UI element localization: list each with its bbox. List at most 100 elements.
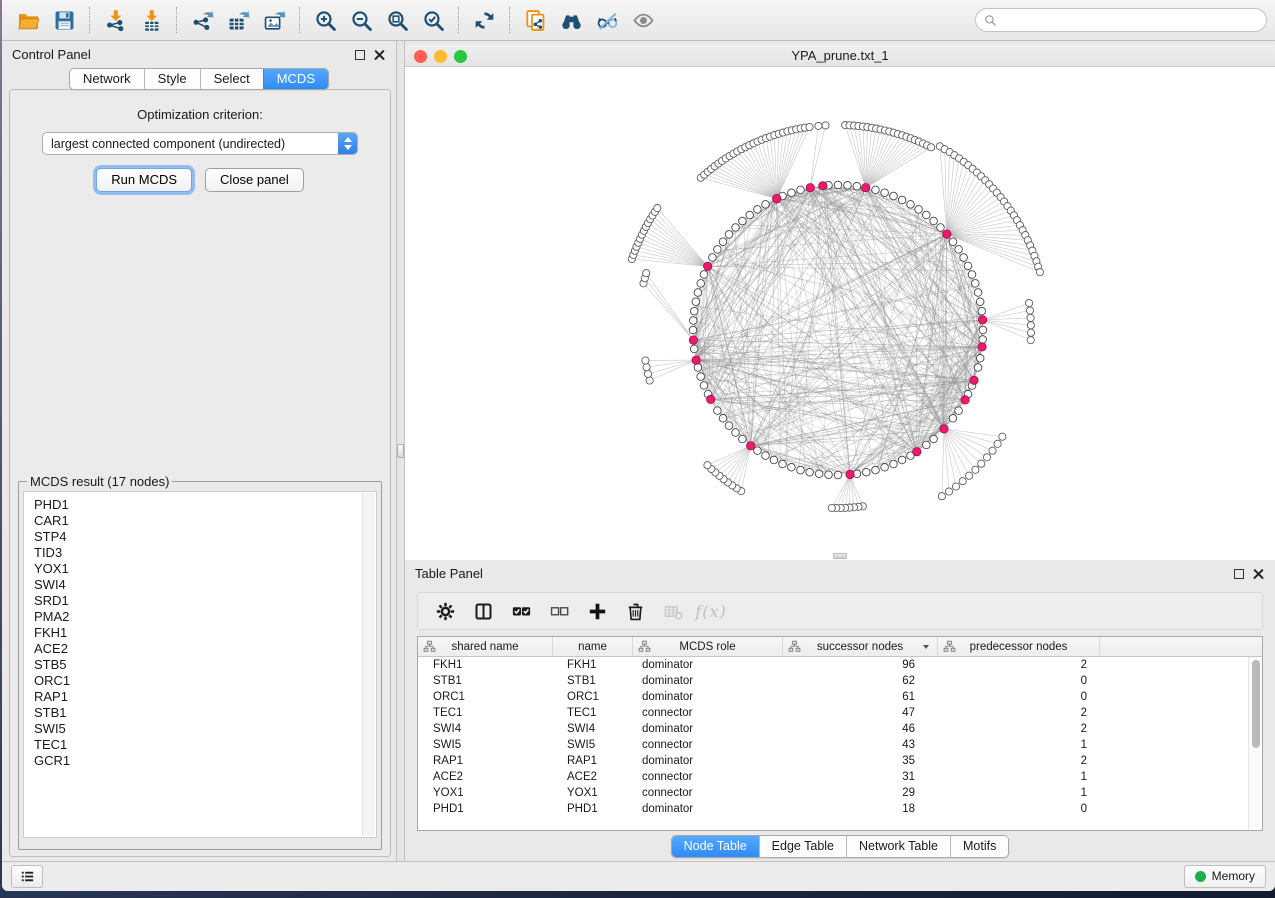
table-cell[interactable]: ACE2 [418, 769, 553, 785]
table-cell[interactable]: RAP1 [553, 753, 633, 769]
table-cell[interactable]: 62 [783, 673, 938, 689]
table-cell[interactable]: YOX1 [553, 785, 633, 801]
table-cell[interactable]: dominator [633, 673, 783, 689]
table-row[interactable]: SWI5SWI5connector431 [418, 737, 1248, 753]
column-header-MCDS-role[interactable]: MCDS role [633, 637, 783, 656]
tab-network[interactable]: Network [70, 69, 144, 89]
import-network-icon[interactable] [97, 4, 133, 36]
network-view[interactable] [405, 67, 1275, 553]
maximize-window-icon[interactable] [454, 50, 467, 63]
table-cell[interactable]: SWI5 [418, 737, 553, 753]
search-binoculars-icon[interactable] [553, 4, 589, 36]
select-all-icon[interactable] [502, 595, 540, 627]
table-cell[interactable]: TEC1 [553, 705, 633, 721]
table-cell[interactable]: 2 [938, 721, 1100, 737]
result-node-item[interactable]: GCR1 [34, 753, 366, 769]
column-header-shared-name[interactable]: shared name [418, 637, 553, 656]
close-panel-icon[interactable] [1253, 568, 1265, 580]
splitter-handle-icon[interactable] [397, 444, 404, 458]
table-cell[interactable]: 96 [783, 657, 938, 673]
table-cell[interactable]: dominator [633, 721, 783, 737]
tab-edge-table[interactable]: Edge Table [759, 836, 846, 857]
tab-motifs[interactable]: Motifs [950, 836, 1008, 857]
table-cell[interactable]: PHD1 [553, 801, 633, 817]
table-cell[interactable]: 46 [783, 721, 938, 737]
delete-column-icon[interactable] [616, 595, 654, 627]
vertical-splitter[interactable] [396, 41, 405, 861]
result-node-item[interactable]: PMA2 [34, 609, 366, 625]
search-input[interactable] [1002, 13, 1258, 27]
search-field[interactable] [975, 8, 1267, 32]
zoom-in-icon[interactable] [307, 4, 343, 36]
table-cell[interactable]: STB1 [418, 673, 553, 689]
export-network-icon[interactable] [184, 4, 220, 36]
table-cell[interactable]: ORC1 [418, 689, 553, 705]
table-cell[interactable]: connector [633, 705, 783, 721]
refresh-icon[interactable] [466, 4, 502, 36]
table-row[interactable]: TEC1TEC1connector472 [418, 705, 1248, 721]
minimize-window-icon[interactable] [434, 50, 447, 63]
table-cell[interactable]: 0 [938, 801, 1100, 817]
result-node-item[interactable]: STB1 [34, 705, 366, 721]
export-image-icon[interactable] [256, 4, 292, 36]
network-window-titlebar[interactable]: YPA_prune.txt_1 [405, 45, 1275, 67]
add-column-icon[interactable] [578, 595, 616, 627]
result-node-item[interactable]: TEC1 [34, 737, 366, 753]
table-cell[interactable]: 0 [938, 673, 1100, 689]
table-cell[interactable]: SWI4 [418, 721, 553, 737]
network-graph[interactable] [405, 67, 1275, 553]
result-node-item[interactable]: RAP1 [34, 689, 366, 705]
result-node-item[interactable]: SWI4 [34, 577, 366, 593]
table-cell[interactable]: 1 [938, 737, 1100, 753]
run-mcds-button[interactable]: Run MCDS [96, 168, 192, 192]
unselect-all-icon[interactable] [540, 595, 578, 627]
column-header-predecessor-nodes[interactable]: predecessor nodes [938, 637, 1100, 656]
zoom-selected-icon[interactable] [415, 4, 451, 36]
float-panel-icon[interactable] [355, 50, 365, 60]
float-panel-icon[interactable] [1234, 569, 1244, 579]
table-cell[interactable]: connector [633, 769, 783, 785]
table-cell[interactable]: dominator [633, 689, 783, 705]
table-cell[interactable]: ACE2 [553, 769, 633, 785]
table-cell[interactable]: 43 [783, 737, 938, 753]
tab-style[interactable]: Style [144, 69, 200, 89]
column-header-name[interactable]: name [553, 637, 633, 656]
result-node-item[interactable]: SWI5 [34, 721, 366, 737]
table-row[interactable]: STB1STB1dominator620 [418, 673, 1248, 689]
table-cell[interactable]: 47 [783, 705, 938, 721]
table-cell[interactable]: 1 [938, 769, 1100, 785]
horizontal-splitter[interactable] [405, 553, 1275, 560]
splitter-handle-icon[interactable] [833, 553, 847, 559]
table-cell[interactable]: 1 [938, 785, 1100, 801]
tab-select[interactable]: Select [200, 69, 263, 89]
column-header-successor-nodes[interactable]: successor nodes [783, 637, 938, 656]
close-window-icon[interactable] [414, 50, 427, 63]
share-network-icon[interactable] [517, 4, 553, 36]
result-node-item[interactable]: TID3 [34, 545, 366, 561]
table-cell[interactable]: PHD1 [418, 801, 553, 817]
table-row[interactable]: PHD1PHD1dominator180 [418, 801, 1248, 817]
table-cell[interactable]: 2 [938, 657, 1100, 673]
zoom-fit-icon[interactable] [379, 4, 415, 36]
result-node-item[interactable]: STB5 [34, 657, 366, 673]
table-scrollbar[interactable] [1248, 657, 1262, 830]
hide-graphics-icon[interactable] [589, 4, 625, 36]
table-cell[interactable]: 2 [938, 705, 1100, 721]
table-settings-icon[interactable] [426, 595, 464, 627]
table-cell[interactable]: 0 [938, 689, 1100, 705]
scrollbar-thumb[interactable] [1252, 660, 1260, 748]
result-node-item[interactable]: SRD1 [34, 593, 366, 609]
result-node-item[interactable]: CAR1 [34, 513, 366, 529]
tab-network-table[interactable]: Network Table [846, 836, 950, 857]
export-table-icon[interactable] [220, 4, 256, 36]
column-visibility-icon[interactable] [464, 595, 502, 627]
table-cell[interactable]: RAP1 [418, 753, 553, 769]
show-panels-menu-button[interactable] [11, 865, 43, 888]
result-scrollbar[interactable] [362, 493, 375, 836]
result-node-item[interactable]: ACE2 [34, 641, 366, 657]
save-session-icon[interactable] [46, 4, 82, 36]
tab-mcds[interactable]: MCDS [263, 69, 328, 89]
table-row[interactable]: ACE2ACE2connector311 [418, 769, 1248, 785]
table-row[interactable]: ORC1ORC1dominator610 [418, 689, 1248, 705]
show-graphics-icon[interactable] [625, 4, 661, 36]
